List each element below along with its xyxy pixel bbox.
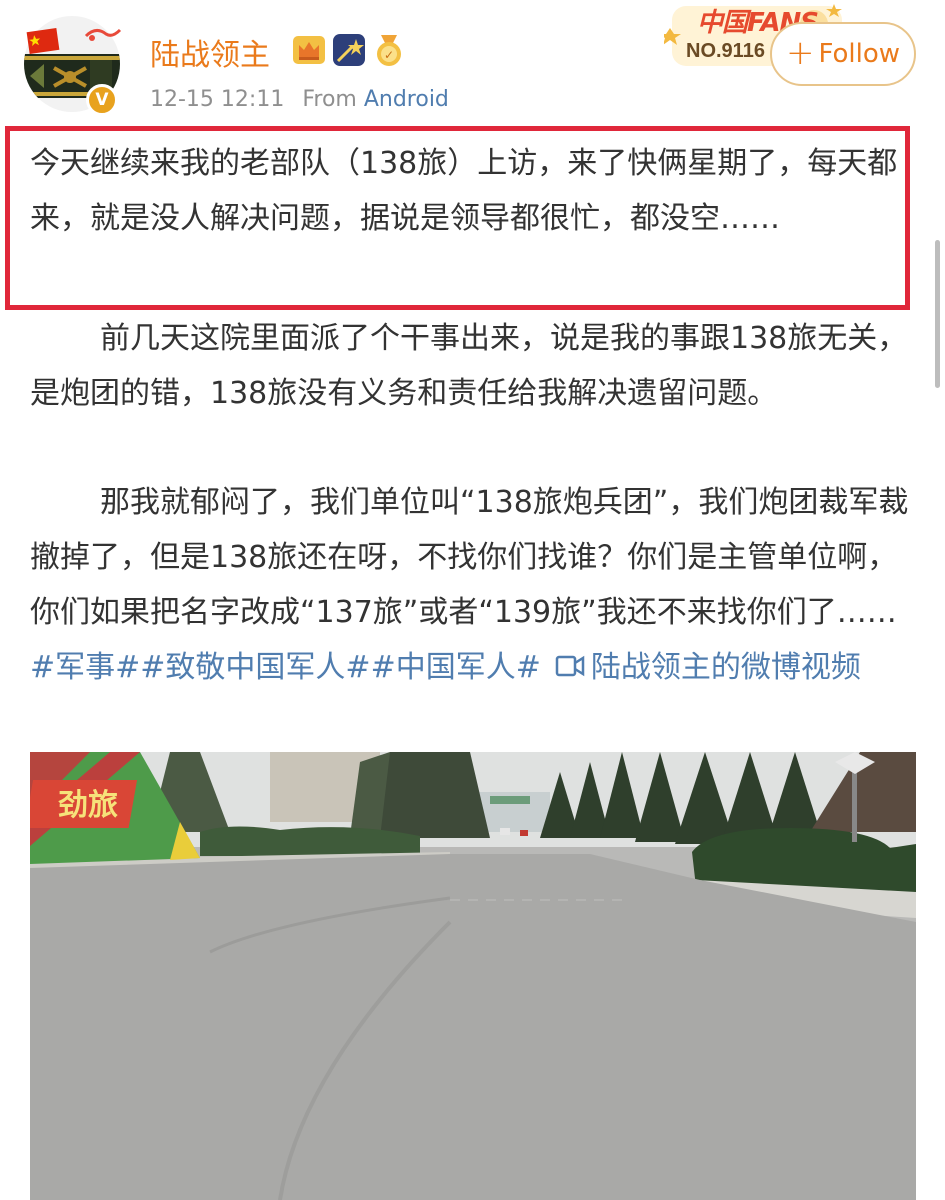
- follow-label: Follow: [818, 39, 901, 69]
- user-badges: ✓: [292, 33, 406, 67]
- post-paragraph-3: 那我就郁闷了，我们单位叫“138旅炮兵团”，我们炮团裁军裁撤掉了，但是138旅还…: [30, 475, 915, 695]
- post-date: 12-15 12:11: [150, 87, 285, 112]
- post-paragraph-1: 今天继续来我的老部队（138旅）上访，来了快俩星期了，每天都来，就是没人解决问题…: [30, 146, 898, 236]
- follow-button[interactable]: + Follow: [770, 22, 916, 86]
- plus-icon: +: [785, 32, 815, 73]
- post-paragraph-3-text: 那我就郁闷了，我们单位叫“138旅炮兵团”，我们炮团裁军裁撤掉了，但是138旅还…: [30, 485, 909, 630]
- source-device[interactable]: Android: [364, 87, 449, 112]
- shooting-star-icon[interactable]: [332, 33, 366, 67]
- post-paragraph-2: 前几天这院里面派了个干事出来，说是我的事跟138旅无关，是炮团的错，138旅没有…: [30, 321, 908, 411]
- street-photo: 劲旅: [30, 752, 916, 1200]
- scrollbar[interactable]: [935, 240, 940, 388]
- source-prefix: From: [302, 87, 357, 112]
- hashtag-military[interactable]: #军事#: [30, 650, 140, 685]
- crown-icon[interactable]: [292, 33, 326, 67]
- post-meta: 12-15 12:11 From Android: [150, 87, 449, 112]
- post-photo[interactable]: 劲旅: [30, 752, 916, 1200]
- hashtag-chinese-soldiers[interactable]: #中国军人#: [371, 650, 541, 685]
- verified-badge: V: [86, 84, 118, 116]
- hashtag-salute-soldiers[interactable]: #致敬中国军人#: [140, 650, 370, 685]
- flag-icon: [84, 28, 122, 41]
- flag-icon: [26, 28, 60, 54]
- fans-badge-number: NO.9116: [686, 40, 765, 62]
- photo-sign-text: 劲旅: [58, 788, 118, 823]
- video-icon: [555, 655, 585, 677]
- video-link[interactable]: 陆战领主的微博视频: [591, 650, 861, 685]
- username[interactable]: 陆战领主: [150, 30, 270, 74]
- svg-text:✓: ✓: [384, 48, 394, 62]
- medal-icon[interactable]: ✓: [372, 33, 406, 67]
